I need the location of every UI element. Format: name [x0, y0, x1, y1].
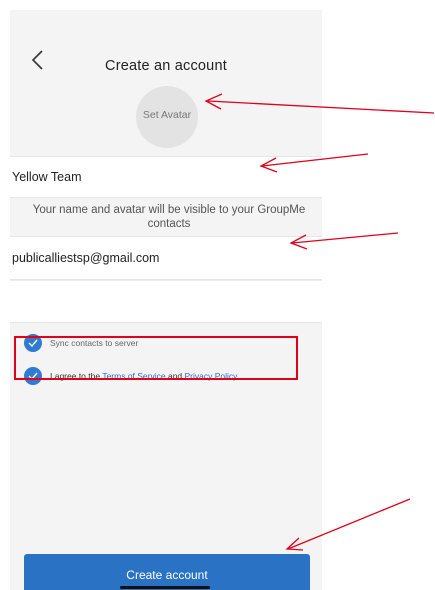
annotation-arrows: [204, 93, 435, 551]
